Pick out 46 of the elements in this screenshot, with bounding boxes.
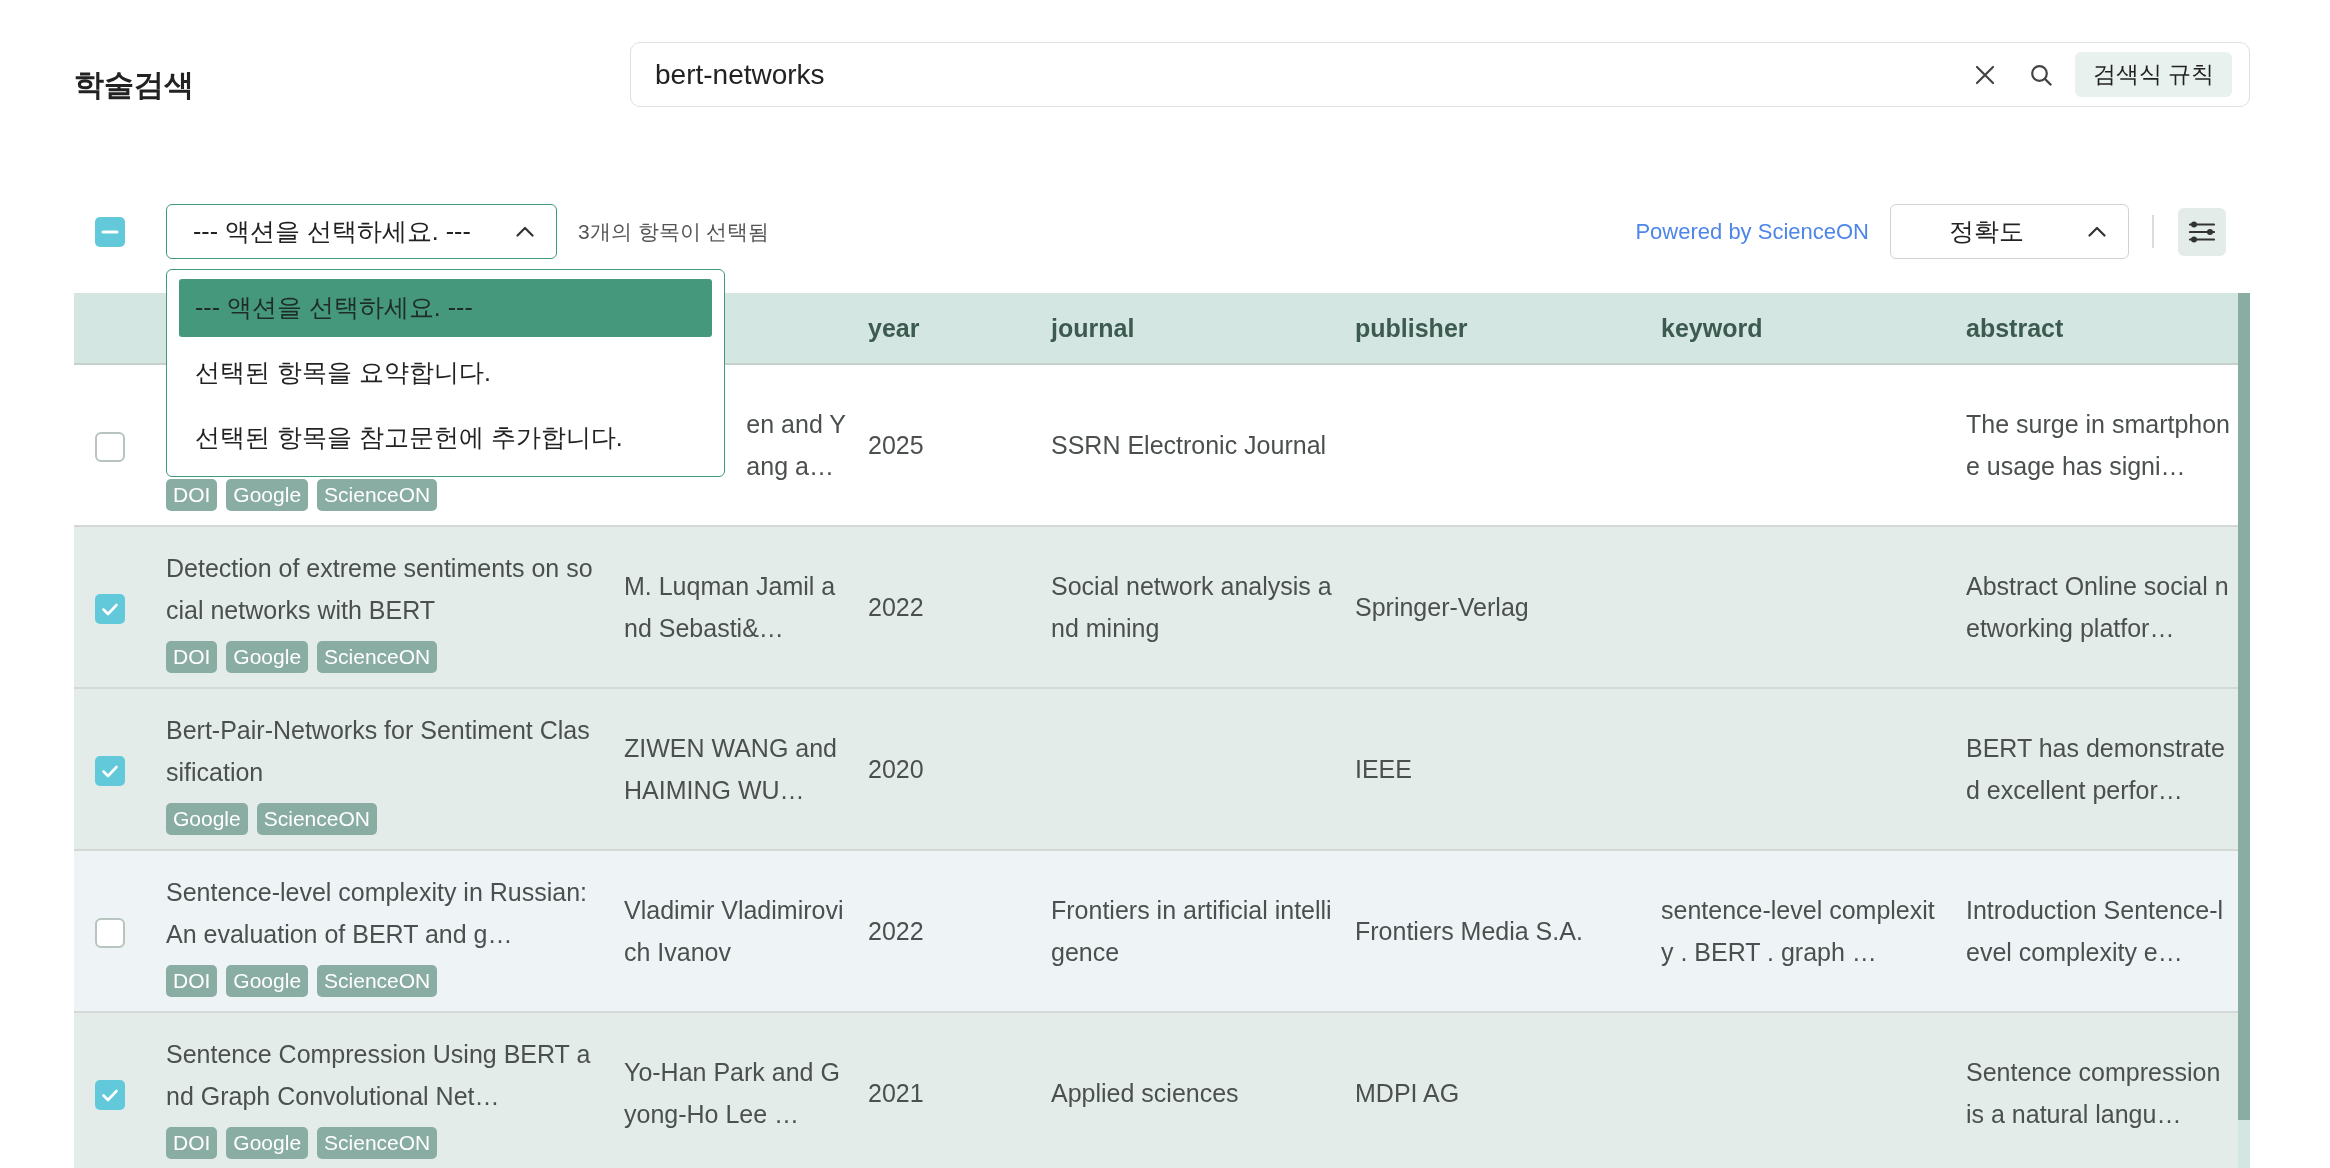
action-select[interactable]: --- 액션을 선택하세요. --- [166,204,557,259]
source-link[interactable]: ScienceON [317,965,438,997]
paper-title: Detection of extreme sentiments on social networks with BERT [166,553,594,626]
source-link[interactable]: ScienceON [317,1127,438,1159]
table-cell: Yo-Han Park and Gyong-Ho Lee … [608,1012,852,1168]
sort-select[interactable]: 정확도 [1890,204,2129,259]
table-cell: Applied sciences [1035,1012,1339,1168]
source-link[interactable]: DOI [166,479,218,511]
chevron-up-icon [2088,226,2106,237]
search-bar[interactable]: bert-networks 검색식 규칙 [630,42,2250,107]
paper-title: Sentence-level complexity in Russian: An evaluation of BERT and g… [166,877,589,950]
chevron-up-icon [516,226,534,237]
source-link[interactable]: DOI [166,641,218,673]
powered-by-link[interactable]: Powered by ScienceON [1635,215,1869,248]
source-link[interactable]: Google [226,965,309,997]
source-link[interactable]: Google [226,1127,309,1159]
source-link[interactable]: DOI [166,1127,218,1159]
checkbox[interactable] [95,216,125,247]
search-rules-button[interactable]: 검색식 규칙 [2074,52,2232,97]
source-link[interactable]: Google [226,641,309,673]
dropdown-item[interactable]: 선택된 항목을 참고문헌에 추가합니다. [179,409,712,467]
filter-button[interactable] [2178,207,2226,256]
search-input[interactable]: bert-networks [655,52,1951,97]
table-cell: MDPI AG [1339,1012,1645,1168]
paper-title: Bert-Pair-Networks for Sentiment Classification [166,715,591,788]
source-link[interactable]: ScienceON [317,479,438,511]
source-link[interactable]: ScienceON [256,803,377,835]
sliders-icon [2189,220,2215,243]
close-icon [1974,64,1995,85]
checkbox[interactable] [95,756,125,787]
dropdown-item[interactable]: 선택된 항목을 요약합니다. [179,344,712,402]
selection-count: 3개의 항목이 선택됨 [578,218,770,245]
table-cell-text: en and Y ang a… [746,409,846,482]
source-link[interactable]: ScienceON [317,641,438,673]
checkbox[interactable] [95,918,125,949]
checkbox[interactable] [95,432,125,463]
source-link[interactable]: DOI [166,965,218,997]
paper-title: Sentence Compression Using BERT and Graph Convolutional Net… [166,1039,592,1112]
search-icon [2029,63,2052,86]
table-cell: 2021 [852,1012,1035,1168]
page-title: 학술검색 [74,67,195,103]
source-link[interactable]: Google [226,479,309,511]
checkbox[interactable] [95,1080,125,1111]
checkbox[interactable] [95,594,125,625]
dropdown-item[interactable]: --- 액션을 선택하세요. --- [179,279,712,337]
source-link[interactable]: Google [166,803,248,835]
